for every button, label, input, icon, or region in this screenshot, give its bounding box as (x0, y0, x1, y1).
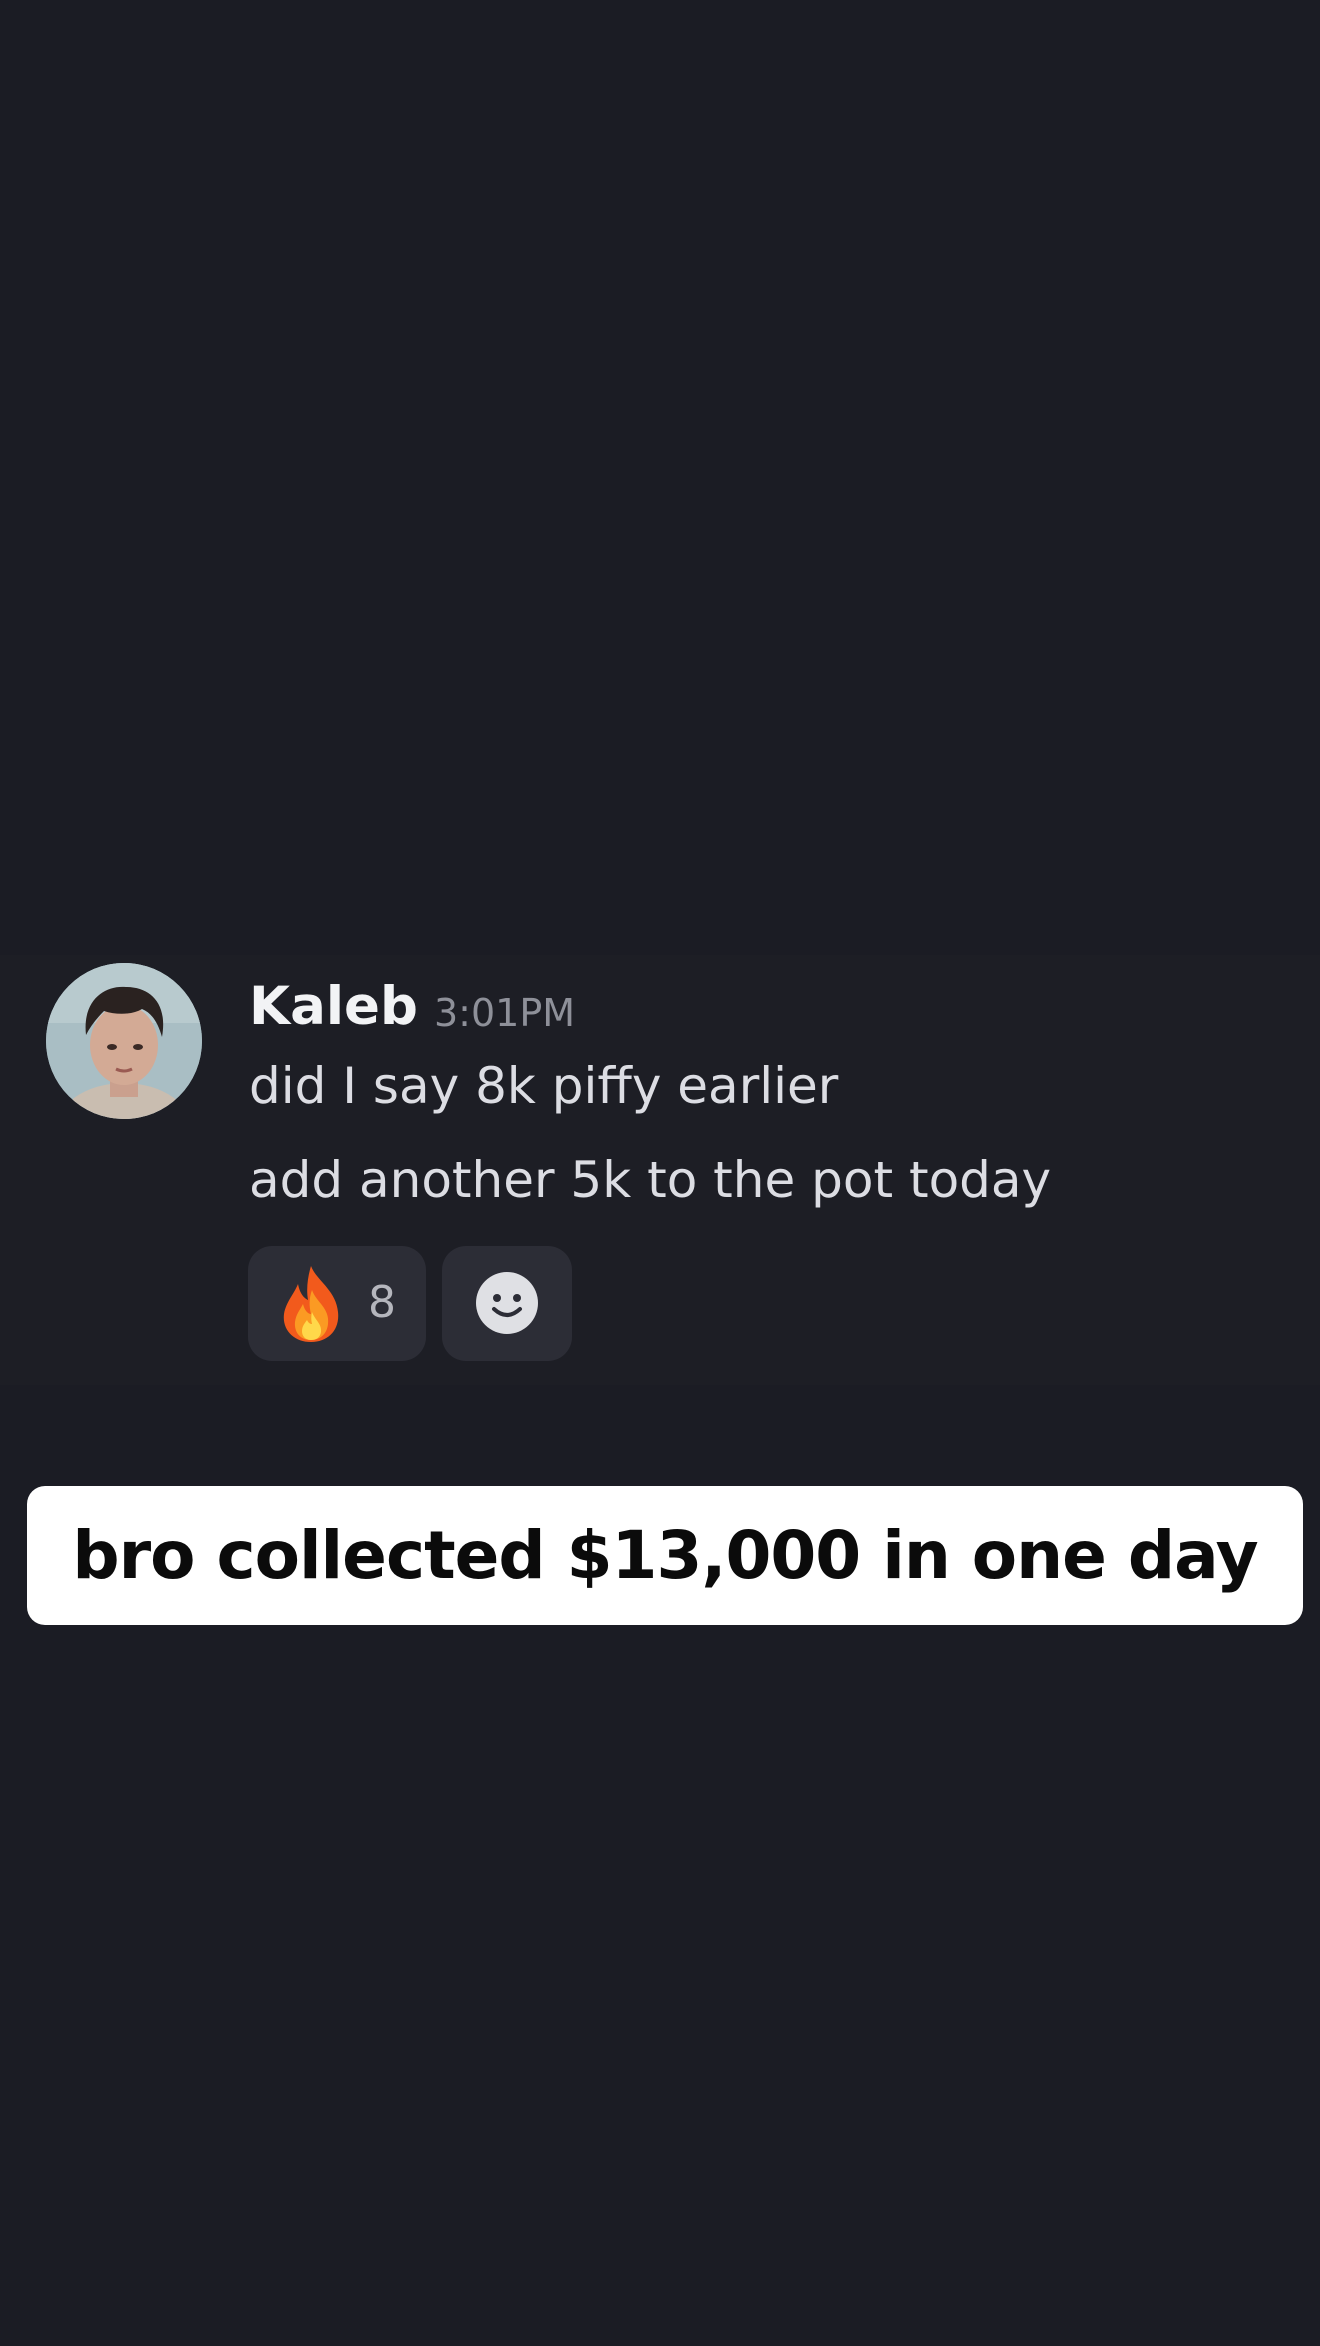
message-timestamp: 3:01PM (434, 991, 576, 1035)
fire-icon (283, 1266, 339, 1342)
message-line: did I say 8k piffy earlier (249, 1057, 839, 1115)
reaction-count: 8 (368, 1277, 396, 1328)
fire-reaction-button[interactable]: 8 (248, 1246, 426, 1361)
chat-message: Kaleb 3:01PM did I say 8k piffy earlier … (0, 955, 1320, 1385)
caption-text: bro collected $13,000 in one day (72, 1517, 1258, 1594)
message-line: add another 5k to the pot today (249, 1151, 1052, 1209)
avatar[interactable] (46, 963, 202, 1119)
add-reaction-smile-icon (476, 1272, 538, 1334)
caption-banner: bro collected $13,000 in one day (27, 1486, 1303, 1625)
add-reaction-button[interactable] (442, 1246, 572, 1361)
author-name[interactable]: Kaleb (249, 971, 418, 1043)
avatar-photo (46, 963, 202, 1119)
